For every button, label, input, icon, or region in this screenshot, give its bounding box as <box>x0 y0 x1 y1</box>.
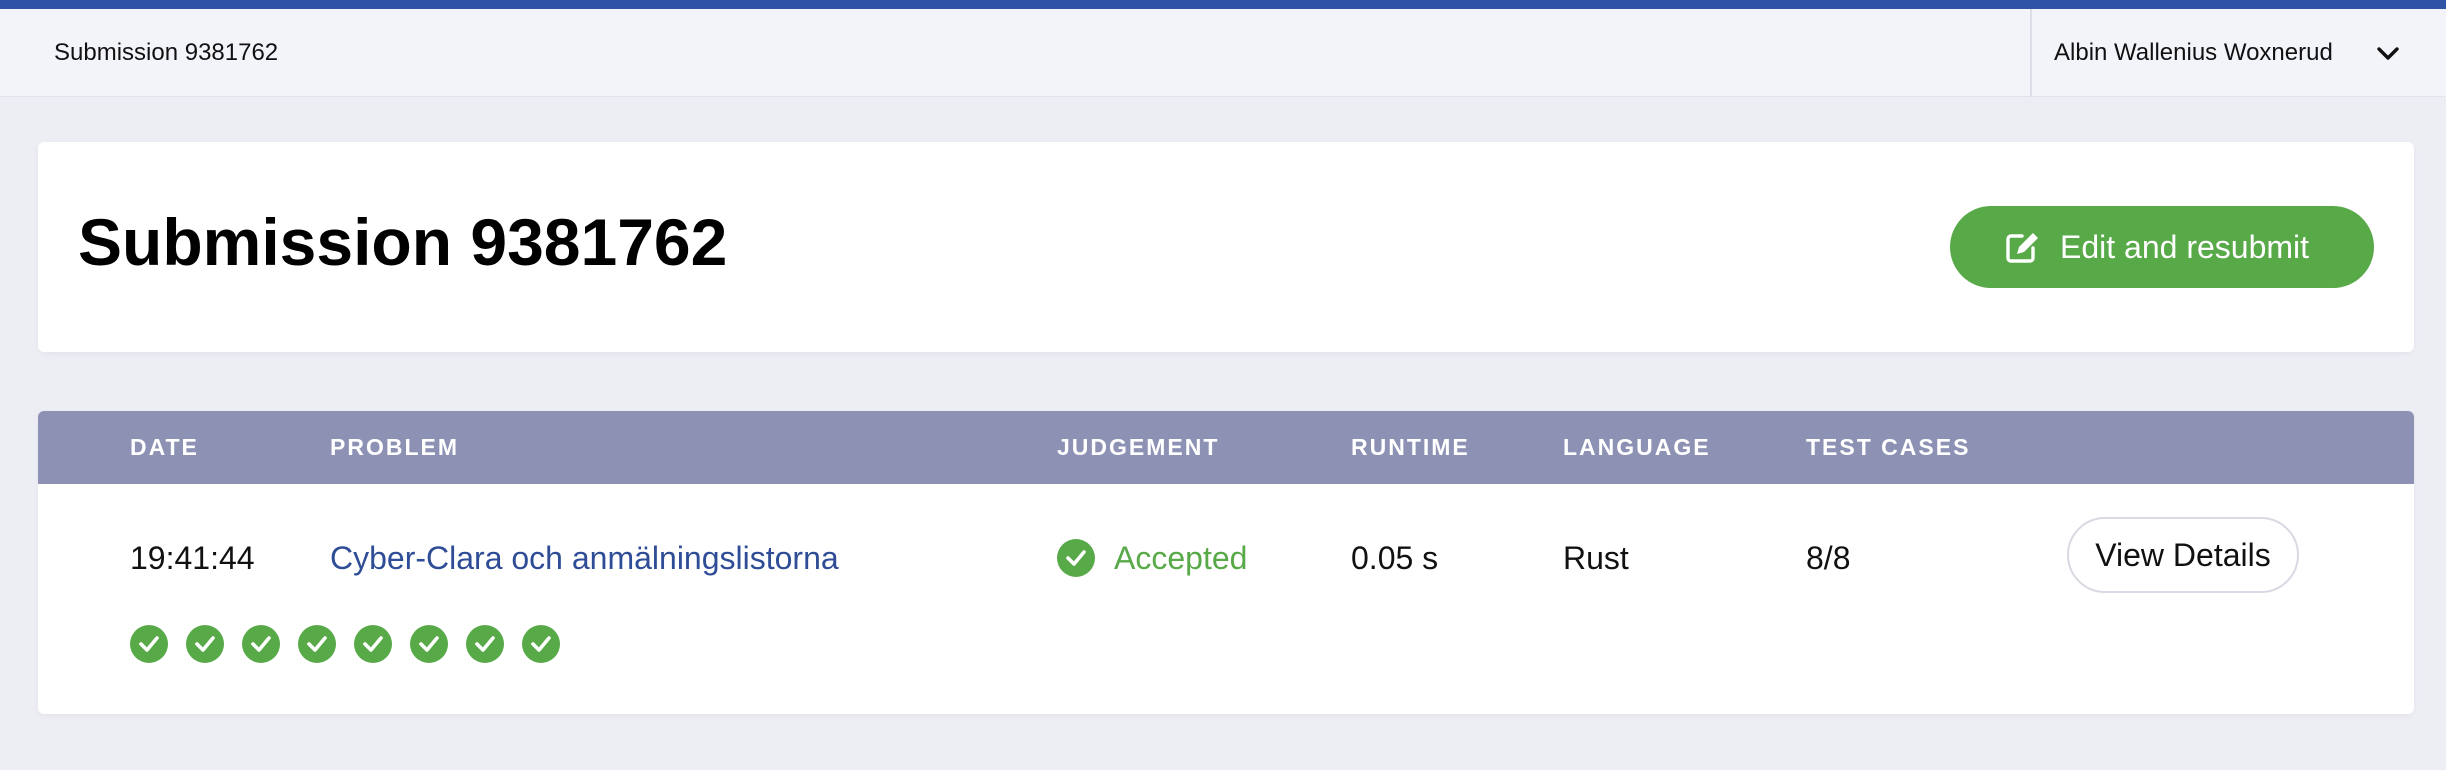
column-header-judgement: JUDGEMENT <box>1057 434 1220 460</box>
chevron-down-icon[interactable] <box>2376 43 2400 63</box>
test-case-passed-icon <box>130 625 168 663</box>
test-case-passed-icon <box>522 625 560 663</box>
test-case-passed-icon <box>298 625 336 663</box>
submission-header-card: Submission 9381762 Edit and resubmit <box>38 142 2414 352</box>
edit-icon <box>2005 230 2041 264</box>
column-header-test-cases: TEST CASES <box>1806 434 1971 460</box>
page-title: Submission 9381762 <box>78 205 728 279</box>
runtime-value: 0.05 s <box>1351 540 1439 576</box>
edit-and-resubmit-button[interactable]: Edit and resubmit <box>1950 206 2374 288</box>
problem-link[interactable]: Cyber-Clara och anmälningslistorna <box>330 538 839 578</box>
table-header: DATE PROBLEM JUDGEMENT RUNTIME LANGUAGE … <box>38 411 2414 484</box>
test-case-passed-icon <box>242 625 280 663</box>
top-accent-bar <box>0 0 2446 9</box>
user-name: Albin Wallenius Woxnerud <box>2054 39 2333 66</box>
check-circle-icon <box>1057 539 1095 577</box>
test-case-passed-icon <box>186 625 224 663</box>
breadcrumb[interactable]: Submission 9381762 <box>54 9 278 97</box>
resubmit-label: Edit and resubmit <box>2060 229 2310 265</box>
judgement-text: Accepted <box>1114 540 1248 576</box>
column-header-language: LANGUAGE <box>1563 434 1711 460</box>
test-case-passed-icon <box>354 625 392 663</box>
view-details-button[interactable]: View Details <box>2067 517 2299 593</box>
top-navigation-bar: Submission 9381762 Albin Wallenius Woxne… <box>0 9 2446 97</box>
submission-time: 19:41:44 <box>130 540 255 576</box>
submission-table: DATE PROBLEM JUDGEMENT RUNTIME LANGUAGE … <box>38 411 2414 714</box>
test-case-passed-icon <box>466 625 504 663</box>
user-menu[interactable]: Albin Wallenius Woxnerud <box>2030 9 2446 97</box>
test-case-passed-icon <box>410 625 448 663</box>
column-header-problem: PROBLEM <box>330 434 459 460</box>
column-header-date: DATE <box>130 434 199 460</box>
language-value: Rust <box>1563 540 1629 576</box>
test-cases-value: 8/8 <box>1806 540 1851 576</box>
column-header-runtime: RUNTIME <box>1351 434 1470 460</box>
